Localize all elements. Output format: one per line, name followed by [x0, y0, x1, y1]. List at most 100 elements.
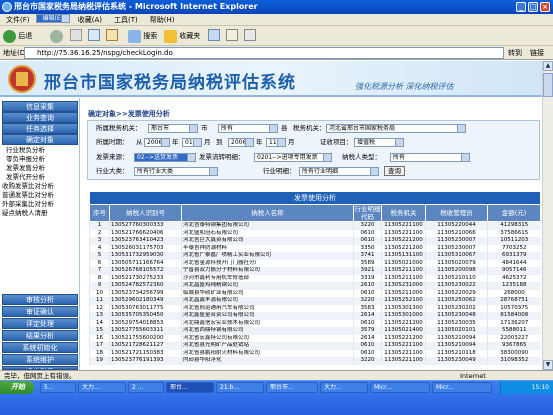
cell-taxpayer-name[interactable]: 河北鑫盛金合资公司有限公司 — [181, 312, 354, 320]
cell-taxpayer-name[interactable]: 河北省县光明矿产品处销站 — [181, 342, 354, 350]
cell-taxpayer-name[interactable]: 沙河市鑫利专用机车修造部 — [181, 274, 354, 282]
city-select[interactable]: 邢台市 — [148, 124, 198, 133]
month-from-select[interactable]: 01 — [182, 138, 202, 147]
nav-assess-process[interactable]: 评定处理 — [2, 318, 78, 329]
payer-type-select[interactable]: 所有 — [390, 153, 470, 162]
cell-taxpayer-name[interactable]: 河北省宏鑫特公司有限公司 — [181, 334, 354, 342]
task-button[interactable]: Micr... — [432, 382, 492, 393]
sidebar-item-normal-compare[interactable]: 普通发票比对分析 — [2, 191, 54, 200]
back-button[interactable]: 后退 — [3, 29, 32, 43]
start-button[interactable]: 开始 — [0, 381, 34, 394]
nav-audit-confirm[interactable]: 审证确认 — [2, 306, 78, 317]
cell-taxpayer-name[interactable]: 半泰吉祥防潮材料 — [181, 244, 354, 252]
scroll-down-icon[interactable]: ▼ — [543, 360, 553, 370]
maximize-button[interactable]: □ — [528, 2, 538, 12]
cell-amount: 1235188 — [486, 282, 541, 290]
scroll-up-icon[interactable]: ▲ — [543, 61, 553, 71]
cell-taxpayer-name[interactable]: 河北吉泰特钢集团有限公司 — [181, 221, 354, 230]
task-button[interactable]: 21.b... — [216, 382, 264, 393]
links-button[interactable]: 链接 — [530, 48, 544, 58]
favorites-button[interactable]: 收藏夹 — [164, 29, 200, 43]
sidebar-item-invoice-sale[interactable]: 发票发售分析 — [6, 164, 45, 173]
scroll-thumb[interactable] — [543, 73, 553, 97]
go-button[interactable]: 转到 — [508, 48, 522, 58]
home-icon[interactable] — [106, 29, 118, 41]
favorites-label: 收藏夹 — [179, 32, 201, 40]
sidebar-item-zero-declare[interactable]: 零负申报分析 — [6, 155, 45, 164]
cell-taxpayer-id: 130529754018853 — [109, 319, 182, 327]
mail-icon[interactable] — [226, 29, 238, 41]
close-button[interactable]: × — [540, 2, 550, 12]
task-button[interactable]: Micr... — [370, 382, 430, 393]
vertical-scrollbar[interactable]: ▲ ▼ — [542, 61, 553, 370]
nav-business-query[interactable]: 业务查询 — [2, 112, 78, 123]
address-input[interactable]: http://75.36.16.25/nspg/checkLogin.do — [24, 47, 504, 59]
forward-button[interactable] — [50, 29, 63, 43]
tax-office-select[interactable]: 河北省邢台市国家税务局 — [326, 124, 466, 133]
menu-tools[interactable]: 工具(T) — [108, 14, 144, 26]
nav-task-select[interactable]: 任务选择 — [2, 123, 78, 134]
cell-taxpayer-name[interactable]: 河北省广泰嘉厂喷精工实业有限公司 — [181, 252, 354, 260]
print-icon[interactable] — [244, 29, 256, 41]
col-index: 序号 — [89, 204, 110, 222]
sidebar-item-external-compare[interactable]: 外部采集比对分析 — [2, 200, 54, 209]
task-button[interactable]: 大力... — [78, 382, 126, 393]
menu-file[interactable]: 文件(F) — [0, 14, 36, 26]
nav-result-analysis[interactable]: 结果分析 — [2, 330, 78, 341]
cell-tax-office: 11305221200 — [381, 237, 426, 245]
sidebar-item-purchase-compare[interactable]: 收购发票比对分析 — [2, 182, 54, 191]
query-button[interactable]: 查询 — [384, 166, 405, 176]
task-button[interactable]: 5... — [40, 382, 76, 393]
task-button[interactable]: 2 ... — [128, 382, 164, 393]
nav-system-init[interactable]: 系统初始化 — [2, 342, 78, 353]
cell-taxpayer-name[interactable]: 河北昌盛鸡纯精钢公司 — [181, 282, 354, 290]
nav-system-maintain[interactable]: 系统维护 — [2, 354, 78, 365]
cell-taxpayer-name[interactable]: 内邱县华阳浮化 — [181, 357, 354, 365]
month-to-select[interactable]: 11 — [266, 138, 286, 147]
cell-amount: 10570375 — [486, 304, 541, 312]
cell-taxpayer-name[interactable]: 河北盛和冠石有限公司 — [181, 229, 354, 237]
table-row: 10 130523734256799 临城县华硕矿业有限公司 0610 11305211… — [89, 289, 541, 297]
nav-audit-analysis[interactable]: 审核分析 — [2, 294, 78, 305]
menu-edit[interactable]: 编辑(E) — [35, 14, 70, 23]
cell-taxpayer-name[interactable]: 河北吉巨大鑫资有限公司 — [181, 237, 354, 245]
cell-tax-office: 11305221100 — [381, 229, 426, 237]
detail-select[interactable]: 所有行业明细 — [299, 167, 379, 176]
year-from-select[interactable]: 2006 — [144, 138, 170, 147]
back-label: 后退 — [18, 32, 33, 40]
sidebar-item-invoice-agent[interactable]: 发票代开分析 — [6, 173, 45, 182]
minimize-button[interactable]: _ — [516, 2, 526, 12]
search-button[interactable]: 搜索 — [128, 29, 157, 43]
history-icon[interactable] — [208, 29, 220, 41]
nav-info-collect[interactable]: 信息采集 — [2, 101, 78, 112]
cell-tax-office: 11305301300 — [381, 304, 426, 312]
industry-select[interactable]: 所有行业大类 — [134, 167, 218, 176]
stop-icon[interactable] — [70, 29, 82, 41]
cell-taxpayer-name[interactable]: 河北鼎鑫信宏实业技术有限公司 — [181, 319, 354, 327]
task-button[interactable]: 邢台... — [166, 382, 214, 393]
county-select[interactable]: 所有 — [218, 124, 278, 133]
col-taxpayer-name: 纳税人名称 — [181, 204, 354, 222]
nav-determine-object[interactable]: 确定对象 — [2, 134, 78, 145]
menu-favorites[interactable]: 收藏(A) — [72, 14, 108, 26]
cell-taxpayer-name[interactable]: 河北省金源科技开门门器社分厂 — [181, 259, 354, 267]
cell-tax-office: 11305221200 — [381, 334, 426, 342]
table-row: 15 130527755603311 河北省西鼎特钢有限公司 3579 11305021… — [89, 327, 541, 335]
cell-taxpayer-name[interactable]: 宁晋县双力振分子材料有限公司 — [181, 267, 354, 275]
flow-select[interactable]: 0201-->进项专用发票 — [254, 153, 332, 162]
cell-taxpayer-name[interactable]: 河北昌鑫丰源有限公司 — [181, 297, 354, 305]
sidebar-item-industry-tax[interactable]: 行业税负分析 — [6, 146, 45, 155]
sidebar-item-suspect-list[interactable]: 疑点纳税人清册 — [2, 209, 48, 218]
cell-taxpayer-name[interactable]: 临城县华硕矿业有限公司 — [181, 289, 354, 297]
cell-taxpayer-name[interactable]: 河北省县鹏阳耐火材料有限公司 — [181, 349, 354, 357]
cell-taxpayer-name[interactable]: 河北省邢运通用汽车有限公司 — [181, 304, 354, 312]
tax-type-select[interactable]: 增值税 — [354, 138, 404, 147]
menu-help[interactable]: 帮助(H) — [144, 14, 181, 26]
cell-taxpayer-name[interactable]: 河北省西鼎特钢有限公司 — [181, 327, 354, 335]
task-button[interactable]: 大力... — [320, 382, 368, 393]
task-button[interactable]: 邢台市... — [266, 382, 318, 393]
cell-industry-code: 3583 — [353, 304, 382, 312]
year-to-select[interactable]: 2006 — [228, 138, 254, 147]
invoice-source-select[interactable]: 02-->送货发票 — [134, 153, 196, 162]
refresh-icon[interactable] — [88, 29, 100, 41]
